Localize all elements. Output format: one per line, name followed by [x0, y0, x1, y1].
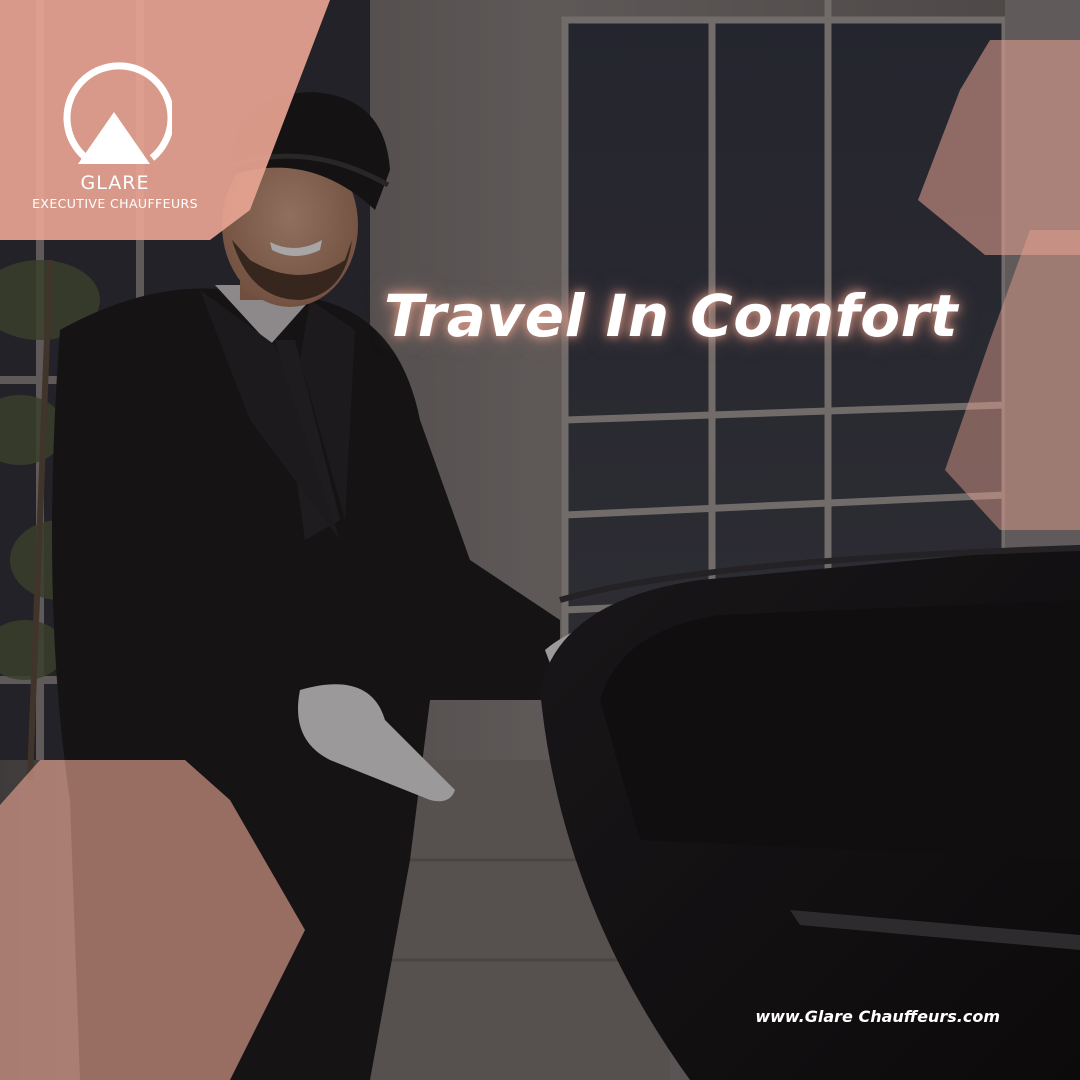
right-hexagon-bottom — [945, 230, 1080, 530]
right-hexagon-top — [918, 40, 1080, 255]
brand-name: GLARE — [80, 172, 150, 194]
bottom-left-hexagon — [0, 760, 305, 1080]
headline: Travel In Comfort — [384, 282, 958, 350]
website-link[interactable]: www.Glare Chauffeurs.com — [700, 1007, 1000, 1026]
brand-subtitle: EXECUTIVE CHAUFFEURS — [32, 196, 198, 211]
promo-poster: GLARE EXECUTIVE CHAUFFEURS Travel In Com… — [0, 0, 1080, 1080]
brand-logo: GLARE EXECUTIVE CHAUFFEURS — [0, 0, 340, 240]
mountain-ring-logo-icon — [63, 62, 172, 164]
